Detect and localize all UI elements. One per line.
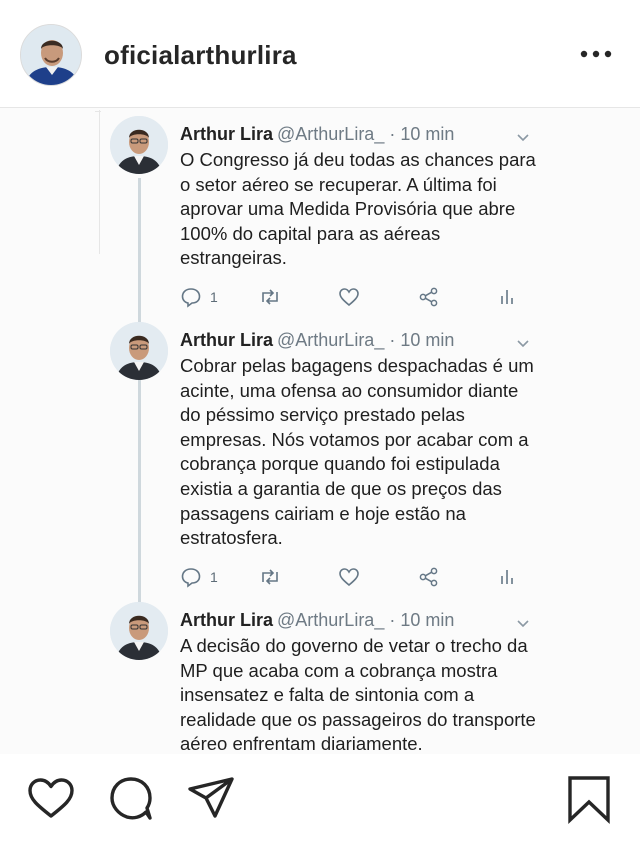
- chevron-down-icon: [516, 336, 530, 348]
- post-header: oficialarthurlira: [0, 0, 640, 108]
- paper-plane-icon[interactable]: [186, 774, 236, 824]
- tweet-author-name: Arthur Lira: [180, 330, 274, 350]
- thread-connector-line: [138, 178, 141, 618]
- like-heart-icon: [338, 286, 360, 308]
- divider: [99, 110, 100, 254]
- bookmark-icon[interactable]: [564, 774, 614, 824]
- tweet-avatar: [110, 602, 168, 660]
- comment-icon[interactable]: [106, 774, 156, 824]
- analytics-icon: [498, 286, 516, 308]
- tweet-header: Arthur Lira @ArthurLira_ · 10 min: [180, 330, 454, 351]
- like-heart-icon: [338, 566, 360, 588]
- chevron-down-icon: [516, 616, 530, 628]
- tweet-author-name: Arthur Lira: [180, 124, 274, 144]
- reply-icon: 1: [180, 286, 218, 308]
- retweet-icon: [258, 286, 282, 308]
- heart-icon[interactable]: [26, 774, 76, 824]
- post-image-tweet-thread: Arthur Lira @ArthurLira_ · 10 min O Congr…: [0, 108, 640, 754]
- tweet-header: Arthur Lira @ArthurLira_ · 10 min: [180, 610, 454, 631]
- chevron-down-icon: [516, 130, 530, 142]
- post-action-bar: [0, 754, 640, 842]
- tweet-author-name: Arthur Lira: [180, 610, 274, 630]
- share-nodes-icon: [418, 566, 440, 588]
- share-nodes-icon: [418, 286, 440, 308]
- tweet-avatar: [110, 322, 168, 380]
- tweet-actions: 1: [180, 286, 520, 310]
- tweet-header: Arthur Lira @ArthurLira_ · 10 min: [180, 124, 454, 145]
- tweet-text: O Congresso já deu todas as chances para…: [180, 149, 536, 269]
- profile-avatar[interactable]: [20, 24, 82, 86]
- tweet-handle-time: @ArthurLira_ · 10 min: [277, 610, 455, 630]
- reply-count: 1: [210, 289, 218, 305]
- tweet-text: A decisão do governo de vetar o trecho d…: [180, 635, 536, 754]
- tweet-handle-time: @ArthurLira_ · 10 min: [277, 124, 455, 144]
- reply-count: 1: [210, 569, 218, 585]
- tweet-handle-time: @ArthurLira_ · 10 min: [277, 330, 455, 350]
- tweet-avatar: [110, 116, 168, 174]
- tweet-actions: 1: [180, 566, 520, 590]
- divider: [95, 111, 101, 112]
- profile-username[interactable]: oficialarthurlira: [104, 40, 297, 71]
- reply-icon: 1: [180, 566, 218, 588]
- retweet-icon: [258, 566, 282, 588]
- more-options-icon[interactable]: [578, 44, 614, 64]
- analytics-icon: [498, 566, 516, 588]
- tweet-text: Cobrar pelas bagagens despachadas é um a…: [180, 355, 534, 549]
